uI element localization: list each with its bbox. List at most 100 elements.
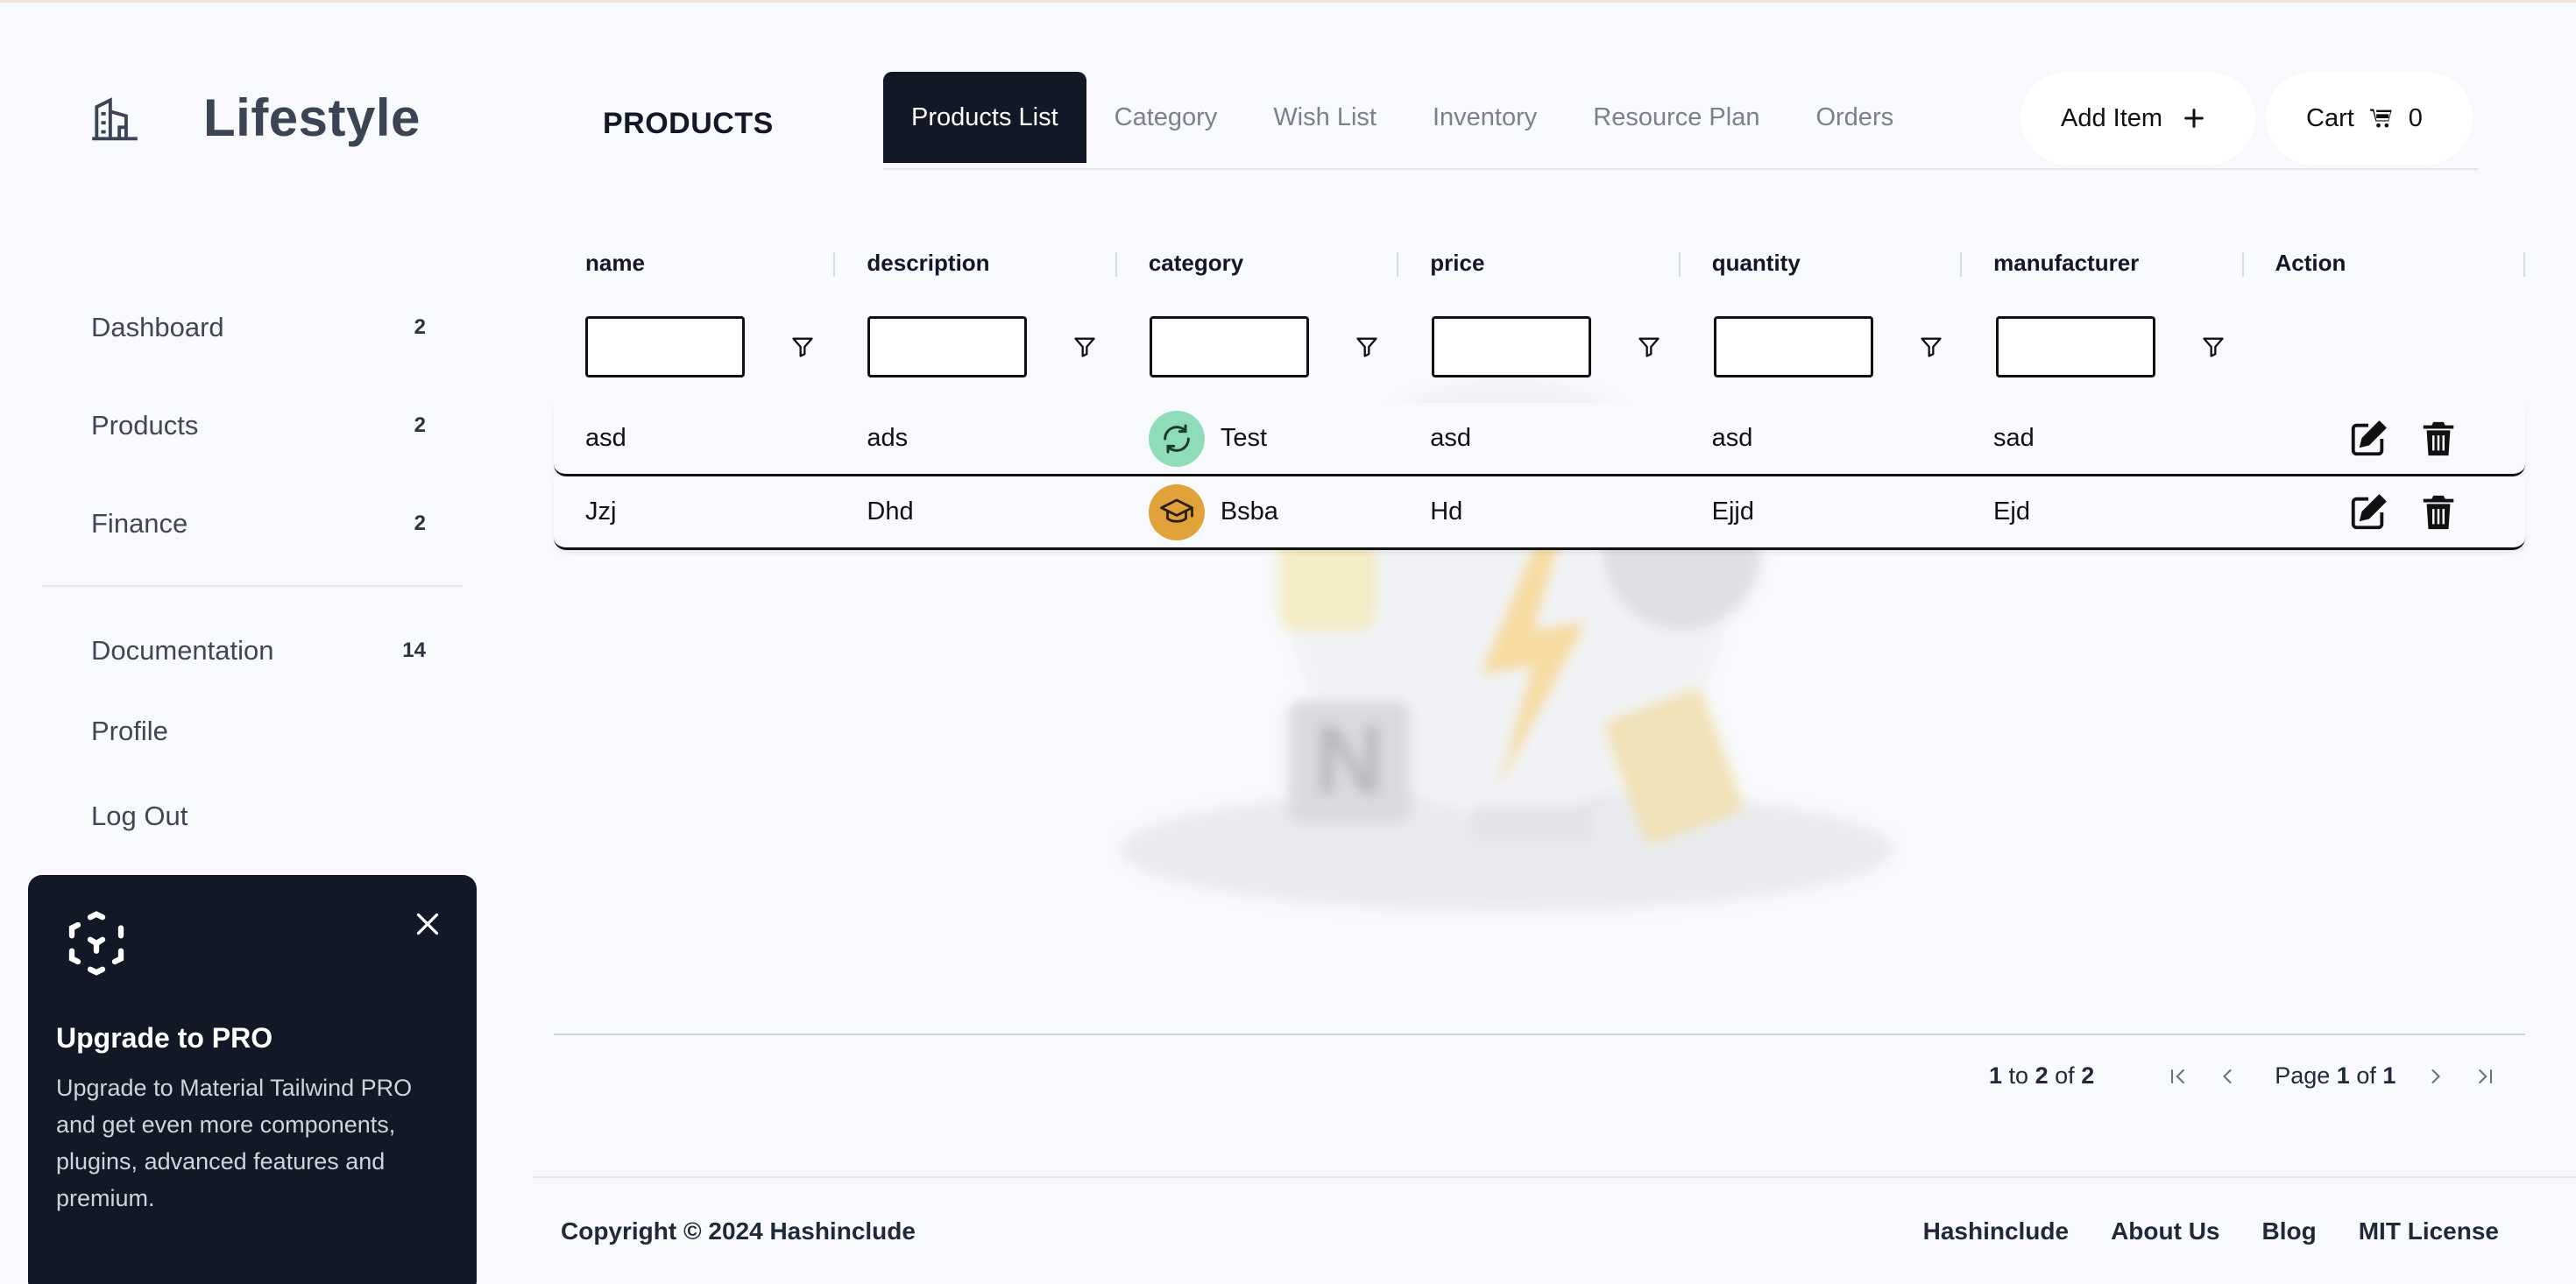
sidebar-item-dashboard[interactable]: Dashboard 2 [42, 279, 463, 377]
table-header: name description category price quantity… [554, 235, 2526, 291]
cell-description: Dhd [867, 497, 914, 526]
tab-wish-list[interactable]: Wish List [1245, 72, 1405, 163]
tabs-underline [883, 168, 2478, 170]
trash-icon[interactable] [2418, 419, 2459, 459]
graduation-cap-icon [1148, 483, 1205, 540]
column-header-description[interactable]: description [835, 235, 1118, 291]
tab-products-list[interactable]: Products List [883, 72, 1086, 163]
category-label: Bsba [1220, 497, 1278, 526]
building-icon [92, 96, 138, 140]
sidebar-nav: Dashboard 2 Products 2 Finance 2 [42, 279, 463, 573]
tab-resource-plan[interactable]: Resource Plan [1565, 72, 1787, 163]
table-footer-divider [554, 1034, 2525, 1035]
table-row[interactable]: Jzj Dhd Bsba Hd Ejjd Ejd [554, 476, 2525, 550]
cell-category: Bsba [1117, 483, 1398, 540]
sidebar-item-logout[interactable]: Log Out [42, 774, 463, 858]
cell-name: asd [585, 424, 626, 452]
edit-icon[interactable] [2348, 419, 2388, 459]
cube-icon [68, 911, 124, 976]
cell-price: Hd [1430, 497, 1463, 526]
previous-page-icon[interactable] [2215, 1064, 2240, 1089]
filter-icon[interactable] [1919, 335, 1943, 359]
cart-label: Cart [2306, 103, 2354, 132]
column-header-quantity[interactable]: quantity [1681, 235, 1963, 291]
page-indicator: Page 1 of 1 [2275, 1062, 2396, 1089]
sidebar-item-count: 2 [414, 315, 426, 339]
footer-link-hashinclude[interactable]: Hashinclude [1923, 1217, 2069, 1245]
footer-link-mit-license[interactable]: MIT License [2359, 1217, 2499, 1245]
sidebar-item-label: Log Out [91, 801, 188, 831]
footer-link-about-us[interactable]: About Us [2111, 1217, 2219, 1245]
sidebar-item-label: Profile [91, 716, 168, 746]
edit-icon[interactable] [2348, 492, 2388, 533]
sidebar-item-count: 14 [402, 638, 426, 662]
sidebar-divider [42, 585, 463, 587]
last-page-icon[interactable] [2473, 1064, 2497, 1089]
filter-row [554, 291, 2525, 403]
sidebar-item-profile[interactable]: Profile [42, 688, 463, 774]
cell-manufacturer: Ejd [1993, 497, 2030, 526]
cart-count: 0 [2408, 103, 2423, 132]
sidebar-item-documentation[interactable]: Documentation 14 [42, 613, 463, 688]
sidebar-item-products[interactable]: Products 2 [42, 377, 463, 475]
cart-icon [2369, 109, 2392, 128]
top-accent-line [0, 0, 2576, 3]
sidebar-item-label: Products [91, 410, 199, 441]
cell-description: ads [867, 424, 909, 452]
trash-icon[interactable] [2418, 492, 2459, 533]
refresh-icon [1148, 410, 1205, 467]
sidebar-item-label: Finance [91, 508, 188, 539]
filter-icon[interactable] [790, 335, 815, 359]
cell-name: Jzj [585, 497, 617, 526]
svg-text:N: N [1314, 706, 1384, 814]
filter-icon[interactable] [1637, 335, 1661, 359]
cart-button[interactable]: Cart 0 [2266, 72, 2473, 165]
first-page-icon[interactable] [2166, 1064, 2190, 1089]
column-header-name[interactable]: name [554, 235, 836, 291]
column-header-category[interactable]: category [1117, 235, 1399, 291]
filter-input-category[interactable] [1150, 316, 1309, 377]
add-item-button[interactable]: Add Item [2020, 72, 2255, 165]
tab-orders[interactable]: Orders [1787, 72, 1921, 163]
sidebar-item-label: Documentation [91, 635, 274, 666]
filter-icon[interactable] [1355, 335, 1379, 359]
copyright: Copyright © 2024 Hashinclude [561, 1217, 916, 1245]
brand-name: Lifestyle [203, 88, 421, 147]
cell-quantity: Ejjd [1711, 497, 1754, 526]
page-title: PRODUCTS [603, 107, 774, 140]
cell-manufacturer: sad [1993, 424, 2035, 452]
filter-icon[interactable] [2201, 335, 2226, 359]
close-icon[interactable] [412, 908, 443, 940]
products-table: name description category price quantity… [554, 235, 2526, 550]
cell-quantity: asd [1711, 424, 1753, 452]
upgrade-promo-card: Upgrade to PRO Upgrade to Material Tailw… [28, 875, 477, 1284]
sidebar-item-finance[interactable]: Finance 2 [42, 475, 463, 573]
column-header-manufacturer[interactable]: manufacturer [1962, 235, 2244, 291]
sidebar-item-count: 2 [414, 413, 426, 437]
sidebar-item-count: 2 [414, 511, 426, 535]
cell-category: Test [1117, 410, 1398, 467]
column-header-action: Action [2244, 235, 2526, 291]
promo-text: Upgrade to Material Tailwind PRO and get… [56, 1075, 413, 1211]
filter-input-name[interactable] [585, 316, 745, 377]
table-row[interactable]: asd ads Test asd asd sad [554, 403, 2525, 476]
plus-icon [2184, 109, 2204, 128]
tab-inventory[interactable]: Inventory [1405, 72, 1565, 163]
next-page-icon[interactable] [2424, 1064, 2448, 1089]
promo-title: Upgrade to PRO [56, 1022, 273, 1054]
column-header-price[interactable]: price [1398, 235, 1681, 291]
footer-links: Hashinclude About Us Blog MIT License [1923, 1217, 2499, 1245]
filter-input-quantity[interactable] [1714, 316, 1873, 377]
footer-link-blog[interactable]: Blog [2262, 1217, 2317, 1245]
filter-input-manufacturer[interactable] [1996, 316, 2155, 377]
filter-input-description[interactable] [867, 316, 1027, 377]
cell-actions [2243, 419, 2525, 459]
cell-actions [2243, 492, 2525, 533]
filter-input-price[interactable] [1432, 316, 1591, 377]
footer-divider [533, 1176, 2576, 1178]
tab-category[interactable]: Category [1086, 72, 1246, 163]
brand[interactable]: Lifestyle [88, 88, 421, 148]
sidebar-item-label: Dashboard [91, 312, 224, 342]
tabs: Products List Category Wish List Invento… [883, 72, 1921, 163]
filter-icon[interactable] [1072, 335, 1097, 359]
